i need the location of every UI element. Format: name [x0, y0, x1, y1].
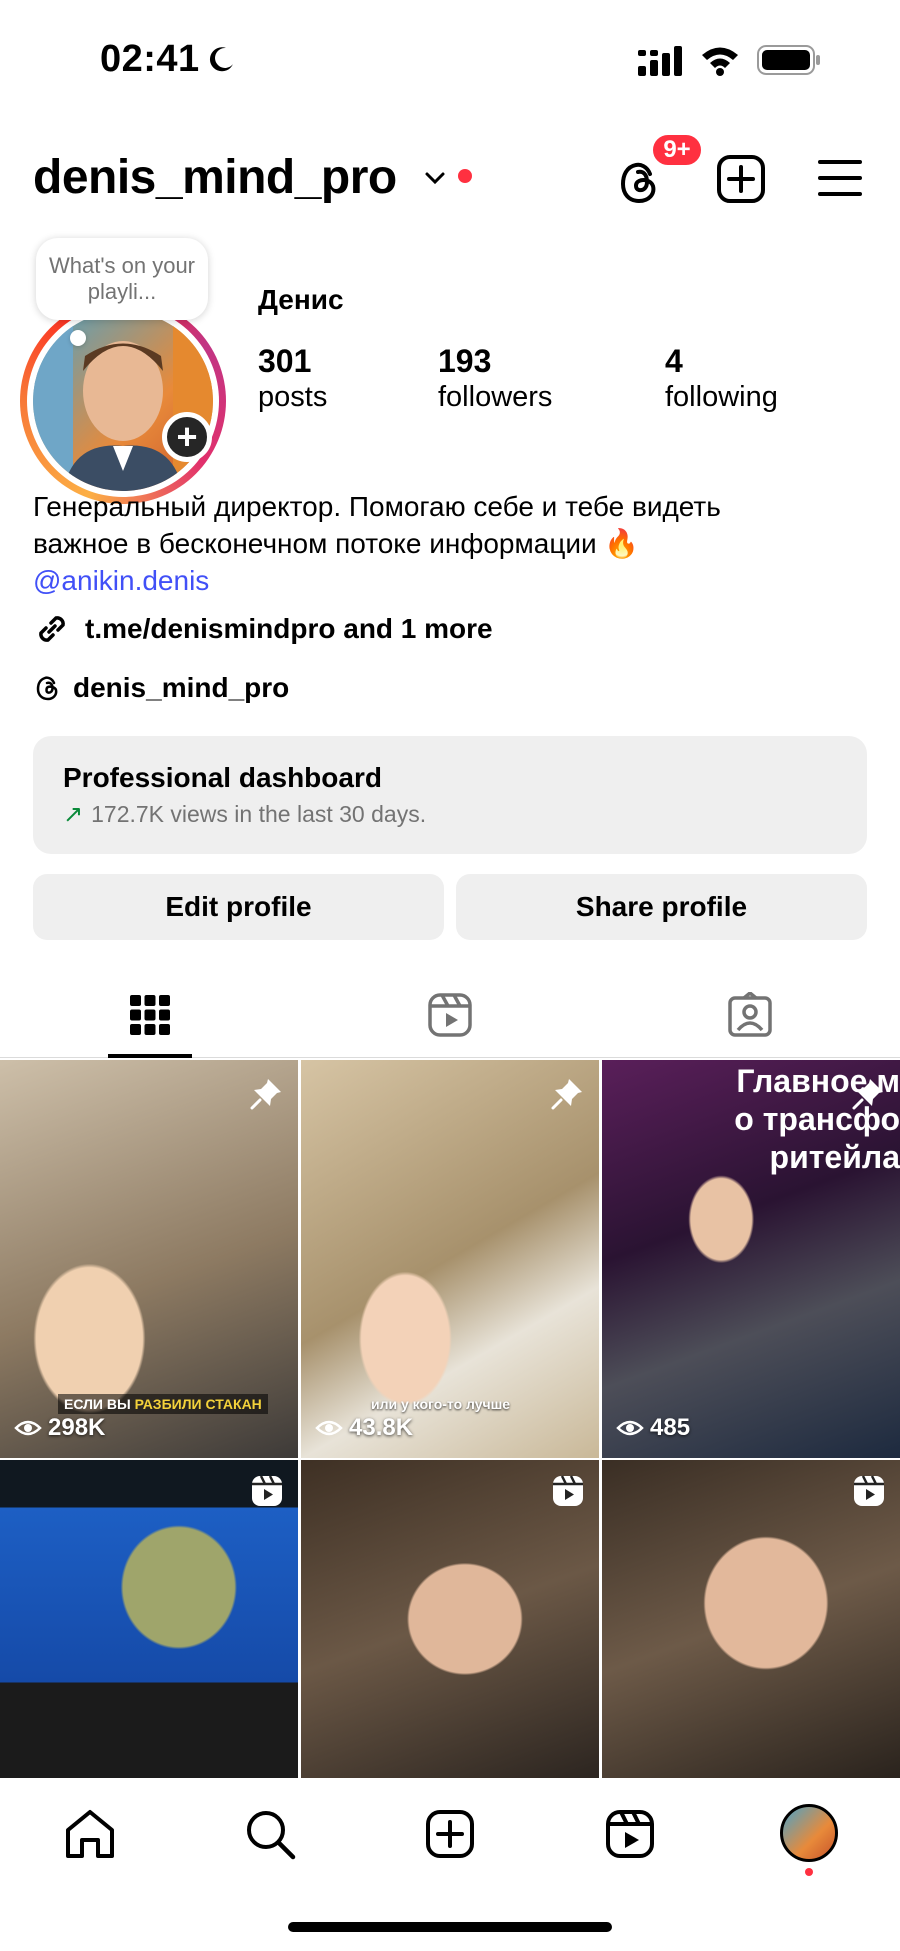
bio-line: важное в бесконечном потоке информации 🔥 — [33, 528, 640, 559]
status-bar: 02:41 — [0, 0, 900, 120]
trend-up-icon: ↗ — [63, 801, 84, 828]
reel-icon — [854, 1475, 884, 1506]
wifi-icon — [702, 47, 738, 76]
post-caption-highlight: РАЗБИЛИ СТАКАН — [134, 1396, 262, 1412]
post-caption-plain: ЕСЛИ ВЫ — [64, 1396, 131, 1412]
reel-icon — [553, 1475, 583, 1506]
views-eye-icon — [315, 1420, 343, 1436]
unread-dot — [458, 169, 472, 183]
stat-label: posts — [258, 381, 328, 414]
stat-value: 301 — [258, 343, 312, 379]
stat-value: 4 — [665, 343, 683, 379]
home-icon — [66, 1810, 114, 1858]
nav-create[interactable] — [422, 1806, 478, 1862]
external-link[interactable]: t.me/denismindpro and 1 more — [33, 610, 493, 648]
stat-following[interactable]: 4 following — [665, 342, 778, 415]
grid-post[interactable]: Главное м о трансфо ритейла 485 — [602, 1060, 900, 1458]
nav-search[interactable] — [242, 1806, 298, 1862]
edit-profile-button[interactable]: Edit profile — [33, 874, 444, 940]
post-views: 43.8K — [315, 1414, 413, 1442]
stat-followers[interactable]: 193 followers — [438, 342, 552, 415]
post-views: 298K — [14, 1414, 105, 1442]
grid-post[interactable]: или у кого-то лучше 43.8K — [301, 1060, 599, 1458]
display-name: Денис — [258, 284, 344, 315]
views-eye-icon — [14, 1420, 42, 1436]
link-icon — [39, 616, 65, 642]
post-views: 485 — [616, 1414, 690, 1442]
tagged-icon — [728, 992, 772, 1037]
avatar-story-ring[interactable] — [20, 298, 226, 504]
post-caption: или у кого-то лучше — [371, 1396, 511, 1412]
menu-icon[interactable] — [816, 156, 864, 200]
battery-icon — [757, 45, 820, 75]
stat-posts[interactable]: 301 posts — [258, 342, 327, 415]
pin-icon — [250, 1079, 281, 1110]
nav-reels[interactable] — [602, 1806, 658, 1862]
threads-profile-link[interactable]: denis_mind_pro — [33, 672, 289, 704]
grid-post[interactable] — [0, 1460, 298, 1778]
threads-small-icon — [36, 676, 58, 701]
avatar — [33, 311, 213, 491]
share-profile-button[interactable]: Share profile — [456, 874, 867, 940]
tab-reels[interactable] — [300, 972, 600, 1058]
grid-post[interactable] — [602, 1460, 900, 1778]
chevron-down-icon[interactable] — [424, 170, 446, 186]
bio-line: Генеральный директор. Помогаю себе и теб… — [33, 491, 721, 522]
pin-icon — [551, 1079, 582, 1110]
add-post-icon[interactable] — [716, 154, 766, 204]
status-time: 02:41 — [100, 38, 200, 80]
grid-post[interactable] — [301, 1460, 599, 1778]
views-count: 298K — [48, 1414, 106, 1441]
reels-icon — [428, 993, 472, 1037]
pin-icon — [852, 1079, 883, 1110]
dashboard-views-text: 172.7K views in the last 30 days. — [91, 801, 427, 827]
grid-post[interactable]: ЕСЛИ ВЫ РАЗБИЛИ СТАКАН 298K — [0, 1060, 298, 1458]
bio: Генеральный директор. Помогаю себе и теб… — [33, 488, 873, 599]
nav-home[interactable] — [62, 1806, 118, 1862]
note-bubble[interactable]: What's on your playli... — [36, 238, 208, 320]
create-icon — [426, 1810, 474, 1858]
profile-avatar[interactable] — [780, 1804, 838, 1862]
reel-icon — [252, 1475, 282, 1506]
bottom-nav — [0, 1778, 900, 1951]
stat-value: 193 — [438, 343, 492, 379]
tab-grid[interactable] — [0, 972, 300, 1058]
avatar-portrait — [33, 311, 213, 491]
threads-handle: denis_mind_pro — [73, 672, 290, 703]
reels-icon — [606, 1810, 654, 1858]
dashboard-subtitle: ↗ 172.7K views in the last 30 days. — [63, 800, 837, 829]
posts-grid: ЕСЛИ ВЫ РАЗБИЛИ СТАКАН 298K или у кого-т… — [0, 1060, 900, 1778]
notification-badge: 9+ — [650, 132, 704, 168]
stat-label: following — [665, 381, 778, 414]
profile-tabs — [0, 972, 900, 1058]
active-tab-indicator — [108, 1054, 192, 1058]
home-indicator[interactable] — [288, 1922, 612, 1932]
add-story-button[interactable]: + — [162, 412, 212, 462]
signal-icon — [638, 46, 682, 76]
search-icon — [247, 1811, 296, 1860]
views-count: 485 — [650, 1414, 691, 1441]
moon-icon — [209, 47, 233, 72]
dashboard-title: Professional dashboard — [63, 762, 382, 793]
profile-notification-dot — [805, 1868, 813, 1876]
grid-icon — [130, 995, 170, 1035]
post-caption: ЕСЛИ ВЫ РАЗБИЛИ СТАКАН — [58, 1394, 268, 1414]
profile-header: denis_mind_pro 9+ — [0, 132, 900, 210]
tab-tagged[interactable] — [600, 972, 900, 1058]
professional-dashboard[interactable]: Professional dashboard ↗ 172.7K views in… — [33, 736, 867, 854]
link-text: t.me/denismindpro and 1 more — [85, 613, 493, 644]
stat-label: followers — [438, 381, 553, 414]
username-title[interactable]: denis_mind_pro — [33, 150, 397, 205]
note-bubble-tail — [70, 330, 86, 346]
bio-mention-link[interactable]: @anikin.denis — [33, 562, 873, 599]
views-eye-icon — [616, 1420, 644, 1436]
views-count: 43.8K — [349, 1414, 414, 1441]
